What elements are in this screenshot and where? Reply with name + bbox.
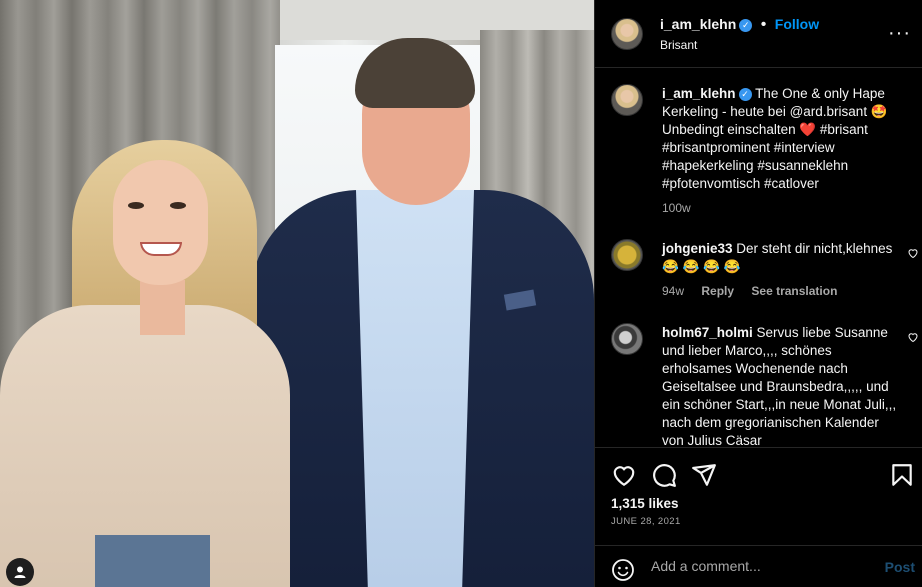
comment-meta: 94w Reply See translation xyxy=(662,284,851,298)
author-username[interactable]: i_am_klehn xyxy=(660,16,736,32)
post-date: JUNE 28, 2021 xyxy=(611,516,681,527)
author-avatar[interactable] xyxy=(611,18,643,50)
comment-avatar[interactable] xyxy=(611,323,643,355)
caption-avatar[interactable] xyxy=(611,84,643,116)
comment-username[interactable]: johgenie33 xyxy=(662,241,733,256)
like-comment-heart-icon[interactable] xyxy=(907,331,919,346)
share-icon[interactable] xyxy=(691,462,717,488)
caption-age: 100w xyxy=(662,201,691,215)
post-actions: 1,315 likes JUNE 28, 2021 xyxy=(595,447,922,545)
post-photo[interactable] xyxy=(0,0,594,587)
post-header: i_am_klehn ✓ • Follow Brisant ··· xyxy=(595,0,922,68)
verified-badge-icon: ✓ xyxy=(739,19,753,32)
author-line: i_am_klehn ✓ • Follow xyxy=(660,16,819,34)
save-bookmark-icon[interactable] xyxy=(889,462,915,488)
photo-woman-eye-right xyxy=(170,202,186,209)
like-comment-heart-icon[interactable] xyxy=(907,247,919,262)
more-options-icon[interactable]: ··· xyxy=(888,22,911,45)
caption-text: The One & only Hape Kerkeling - heute be… xyxy=(662,86,888,191)
emoji-icon[interactable] xyxy=(611,558,635,582)
post-comment-button[interactable]: Post xyxy=(885,559,915,575)
photo-man-shirt xyxy=(356,190,474,587)
photo-woman-jeans xyxy=(95,535,210,587)
see-translation-button[interactable]: See translation xyxy=(751,284,837,298)
comment-text-block: holm67_holmi Servus liebe Susanne und li… xyxy=(662,324,902,447)
like-heart-icon[interactable] xyxy=(611,462,637,488)
comment-text: Servus liebe Susanne und lieber Marco,,,… xyxy=(662,325,897,447)
comment-item: holm67_holmi Servus liebe Susanne und li… xyxy=(611,323,918,447)
photo-woman-eye-left xyxy=(128,202,144,209)
caption-text-block: i_am_klehn ✓ The One & only Hape Kerkelin… xyxy=(662,85,902,193)
reply-button[interactable]: Reply xyxy=(701,284,734,298)
comment-text-block: johgenie33 Der steht dir nicht,klehnes 😂… xyxy=(662,240,902,276)
photo-woman-neck xyxy=(140,280,185,335)
user-icon xyxy=(14,566,26,578)
comment-icon[interactable] xyxy=(651,462,677,488)
comment-item: johgenie33 Der steht dir nicht,klehnes 😂… xyxy=(611,239,918,309)
follow-button[interactable]: Follow xyxy=(775,16,819,32)
caption: i_am_klehn ✓ The One & only Hape Kerkelin… xyxy=(611,84,911,224)
comment-avatar[interactable] xyxy=(611,239,643,271)
location-link[interactable]: Brisant xyxy=(660,38,697,52)
photo-woman-face xyxy=(113,160,208,285)
verified-badge-icon: ✓ xyxy=(738,88,752,101)
caption-username[interactable]: i_am_klehn xyxy=(662,86,736,101)
comment-age: 94w xyxy=(662,284,685,298)
comments-list[interactable]: i_am_klehn ✓ The One & only Hape Kerkelin… xyxy=(595,69,922,447)
comment-username[interactable]: holm67_holmi xyxy=(662,325,753,340)
add-comment-input[interactable] xyxy=(651,558,871,574)
likes-count[interactable]: 1,315 likes xyxy=(611,496,679,511)
tagged-user-button[interactable] xyxy=(6,558,34,586)
post-sidebar: i_am_klehn ✓ • Follow Brisant ··· i_am_kl… xyxy=(594,0,922,587)
add-comment-bar: Post xyxy=(595,545,922,587)
separator-dot: • xyxy=(760,16,767,33)
